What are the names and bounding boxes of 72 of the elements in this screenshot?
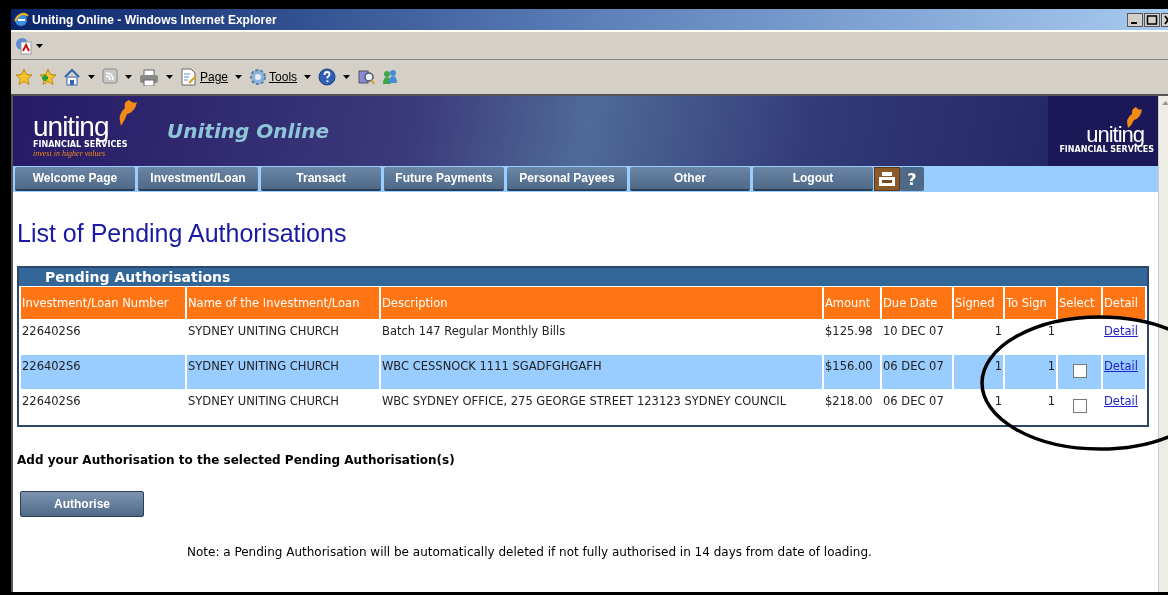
detail-link[interactable]: Detail: [1104, 394, 1138, 408]
feed-icon[interactable]: [102, 68, 118, 86]
browser-icon: [13, 11, 29, 28]
help-button[interactable]: ?: [900, 167, 924, 191]
settings-icon: [249, 68, 268, 86]
column-header: Investment/Loan Number: [21, 287, 185, 319]
logo-text: uniting: [1086, 125, 1144, 145]
help-icon[interactable]: [318, 68, 337, 86]
instruction-text: Add your Authorisation to the selected Pending Authorisation(s): [17, 453, 456, 467]
table-cell: Batch 147 Regular Monthly Bills: [382, 324, 566, 338]
window-title: Uniting Online - Windows Internet Explorer: [32, 12, 277, 27]
column-header: Amount: [824, 287, 880, 319]
table-cell: SYDNEY UNITING CHURCH: [188, 324, 339, 338]
column-header: Signed: [954, 287, 1003, 319]
nav-button[interactable]: Welcome Page: [15, 167, 135, 191]
table-cell: $125.98: [825, 324, 873, 338]
column-header: Name of the Investment/Loan: [187, 287, 379, 319]
logo-subtitle: FINANCIAL SERVICES: [33, 140, 129, 149]
nav-button[interactable]: Investment/Loan: [138, 167, 258, 191]
table-cell: 1: [994, 324, 1002, 338]
table-cell: 1: [1047, 394, 1055, 408]
table-cell: 1: [1047, 359, 1055, 373]
checkbox[interactable]: [1072, 399, 1087, 413]
logo-subtitle: FINANCIAL SERVICES: [1059, 145, 1154, 154]
table-cell: WBC SYDNEY OFFICE, 275 GEORGE STREET 123123 SYDNEY COUNCIL: [382, 394, 787, 408]
page-menu[interactable]: Page: [180, 68, 229, 86]
table-cell: 1: [994, 359, 1002, 373]
table-cell: $156.00: [825, 359, 873, 373]
scrollbar[interactable]: [1158, 96, 1168, 592]
checkbox[interactable]: [1072, 364, 1087, 378]
minimize-icon[interactable]: [1127, 12, 1143, 27]
nav-button[interactable]: Transact: [261, 167, 381, 191]
printer-icon: [879, 172, 895, 186]
nav-button[interactable]: Future Payments: [384, 167, 504, 191]
table-cell: 226402S6: [22, 394, 81, 408]
table-cell: 06 DEC 07: [883, 359, 944, 373]
table-cell: 1: [1047, 324, 1055, 338]
site-title: Uniting Online: [167, 119, 330, 143]
close-icon[interactable]: [1161, 12, 1168, 27]
logo-text: uniting: [33, 114, 109, 140]
page-heading: List of Pending Authorisations: [17, 218, 347, 248]
detail-link[interactable]: Detail: [1104, 324, 1138, 338]
nav-button[interactable]: Other: [630, 167, 750, 191]
table-cell: 06 DEC 07: [883, 394, 944, 408]
column-header: Due Date: [882, 287, 952, 319]
table-cell: 1: [994, 394, 1002, 408]
table-cell: 226402S6: [22, 359, 81, 373]
table-cell: 226402S6: [22, 324, 81, 338]
table-cell: SYDNEY UNITING CHURCH: [188, 394, 339, 408]
column-header: Description: [381, 287, 822, 319]
table-cell: SYDNEY UNITING CHURCH: [188, 359, 339, 373]
home-icon[interactable]: [63, 68, 81, 86]
printer-icon[interactable]: [139, 68, 159, 86]
tools-menu[interactable]: Tools: [249, 68, 298, 86]
table-cell: 10 DEC 07: [883, 324, 944, 338]
print-button[interactable]: [874, 167, 900, 191]
nav-button[interactable]: Logout: [753, 167, 873, 191]
authorise-button[interactable]: Authorise: [20, 491, 144, 517]
nav-button[interactable]: Personal Payees: [507, 167, 627, 191]
table-cell: WBC CESSNOCK 1111 SGADFGHGAFH: [382, 359, 602, 373]
star-icon[interactable]: [15, 68, 33, 86]
page-icon: [180, 68, 198, 86]
panel-title: Pending Authorisations: [19, 268, 1147, 286]
logo-tagline: invest in higher values: [33, 149, 107, 158]
note-text: Note: a Pending Authorisation will be automatically deleted if not fully authorised in 14 days from date of loading.: [187, 545, 873, 559]
pdf-icon[interactable]: [15, 36, 33, 55]
research-icon[interactable]: [357, 68, 376, 86]
table-cell: $218.00: [825, 394, 873, 408]
column-header: Detail: [1103, 287, 1145, 319]
column-header: To Sign: [1005, 287, 1056, 319]
add-star-icon[interactable]: [39, 68, 57, 86]
column-header: Select: [1058, 287, 1101, 319]
